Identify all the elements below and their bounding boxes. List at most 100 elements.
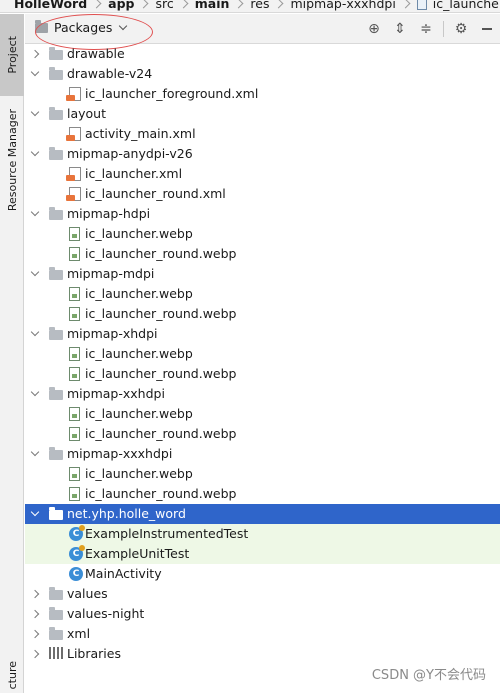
image-file-icon [69,287,80,301]
breadcrumb-label: src [155,0,174,11]
tree-row[interactable]: values-night [25,604,500,624]
xml-file-icon [66,187,81,201]
tree-row-label: ic_launcher_round.webp [85,246,237,261]
tree-row-label: ic_launcher_foreground.xml [85,86,259,101]
xml-file-icon [66,167,81,181]
tree-row[interactable]: values [25,584,500,604]
breadcrumb-separator-icon [233,0,244,9]
tree-row[interactable]: layout [25,104,500,124]
breadcrumb-item[interactable]: res [250,0,269,11]
tree-row[interactable]: ic_launcher.webp [25,284,500,304]
tree-row-label: ExampleUnitTest [85,546,190,561]
test-class-icon [69,525,85,541]
chevron-down-icon[interactable] [30,267,40,277]
tree-row[interactable]: ExampleInstrumentedTest [25,524,500,544]
chevron-down-icon[interactable] [30,67,40,77]
tree-row[interactable]: ic_launcher.webp [25,224,500,244]
tree-row-label: ic_launcher_round.webp [85,366,237,381]
tree-row-label: values-night [67,606,145,621]
tab-project-label: Project [5,36,19,74]
project-toolbar: Packages ⊕ ⇕ ≑ ⚙ [25,14,500,50]
tree-row-label: net.yhp.holle_word [67,506,186,521]
tree-row-label: mipmap-xxhdpi [67,386,165,401]
tree-row[interactable]: mipmap-xhdpi [25,324,500,344]
breadcrumb-label: app [108,0,135,11]
tree-row[interactable]: ic_launcher.webp [25,464,500,484]
tab-resource-manager[interactable]: Resource Manager [0,100,24,220]
breadcrumb-separator-icon [400,0,411,9]
tree-row[interactable]: ic_launcher_round.xml [25,184,500,204]
tree-row[interactable]: xml [25,624,500,644]
tree-row[interactable]: mipmap-anydpi-v26 [25,144,500,164]
toolbar-divider [443,21,444,37]
folder-icon [49,107,63,120]
chevron-down-icon[interactable] [30,447,40,457]
tree-row[interactable]: mipmap-mdpi [25,264,500,284]
left-tool-stripe: Project Resource Manager cture [0,14,24,693]
tree-row[interactable]: ic_launcher.webp [25,344,500,364]
chevron-down-icon[interactable] [30,507,40,517]
folder-icon [49,627,63,640]
tree-row[interactable]: ic_launcher.xml [25,164,500,184]
collapse-all-icon[interactable]: ≑ [413,14,439,44]
breadcrumb-separator-icon [139,0,149,9]
tab-structure[interactable]: cture [0,658,24,693]
view-selector-dropdown[interactable]: Packages [35,14,153,50]
tree-row[interactable]: ic_launcher_foreground.xml [25,84,500,104]
toolbar-actions: ⊕ ⇕ ≑ ⚙ [361,14,500,44]
chevron-down-icon[interactable] [30,387,40,397]
tree-row[interactable]: activity_main.xml [25,124,500,144]
tab-project[interactable]: Project [0,14,24,96]
chevron-down-icon[interactable] [30,207,40,217]
image-file-icon [69,227,80,241]
locate-icon[interactable]: ⊕ [361,14,387,44]
chevron-right-icon[interactable] [30,629,40,639]
breadcrumb-label: res [250,0,270,11]
tree-row[interactable]: ic_launcher_round.webp [25,484,500,504]
breadcrumb-item[interactable]: ic_launcher_round.we [416,0,500,11]
chevron-right-icon[interactable] [30,649,40,659]
image-file-icon [69,427,80,441]
tree-row-label: ic_launcher_round.webp [85,426,237,441]
tree-row[interactable]: ic_launcher_round.webp [25,364,500,384]
tree-row-label: ic_launcher.xml [85,166,183,181]
class-icon [69,567,83,581]
breadcrumb-separator-icon [91,0,102,9]
chevron-down-icon[interactable] [30,107,40,117]
tree-row[interactable]: drawable [25,44,500,64]
chevron-down-icon[interactable] [30,147,40,157]
tree-row[interactable]: ic_launcher_round.webp [25,424,500,444]
minimize-icon[interactable] [474,14,500,44]
tree-row-label: xml [67,626,91,641]
folder-icon [49,387,63,400]
breadcrumb-item[interactable]: mipmap-xxxhdpi [290,0,395,11]
tree-row[interactable]: Libraries [25,644,500,664]
tree-row-label: mipmap-xhdpi [67,326,158,341]
chevron-right-icon[interactable] [30,49,40,59]
tree-row[interactable]: ExampleUnitTest [25,544,500,564]
watermark: CSDN @Y不会代码 [371,668,486,683]
tree-row[interactable]: ic_launcher_round.webp [25,304,500,324]
breadcrumb-label: main [194,0,230,11]
tab-resource-manager-label: Resource Manager [5,108,19,212]
breadcrumb-item[interactable]: main [195,0,230,11]
tree-row[interactable]: mipmap-xxxhdpi [25,444,500,464]
chevron-right-icon[interactable] [30,589,40,599]
tree-row[interactable]: ic_launcher_round.webp [25,244,500,264]
folder-icon [49,47,63,60]
folder-icon [49,587,63,600]
tree-row[interactable]: drawable-v24 [25,64,500,84]
chevron-right-icon[interactable] [30,609,40,619]
tree-row[interactable]: net.yhp.holle_word [25,504,500,524]
breadcrumb-item[interactable]: src [155,0,173,11]
chevron-down-icon[interactable] [30,327,40,337]
tree-row[interactable]: ic_launcher.webp [25,404,500,424]
breadcrumb-item[interactable]: app [108,0,134,11]
tree-row[interactable]: MainActivity [25,564,500,584]
tree-row[interactable]: mipmap-xxhdpi [25,384,500,404]
breadcrumb-item[interactable]: HolleWord [14,0,87,11]
file-icon [416,0,427,10]
expand-all-icon[interactable]: ⇕ [387,14,413,44]
gear-icon[interactable]: ⚙ [448,14,474,44]
tree-row[interactable]: mipmap-hdpi [25,204,500,224]
